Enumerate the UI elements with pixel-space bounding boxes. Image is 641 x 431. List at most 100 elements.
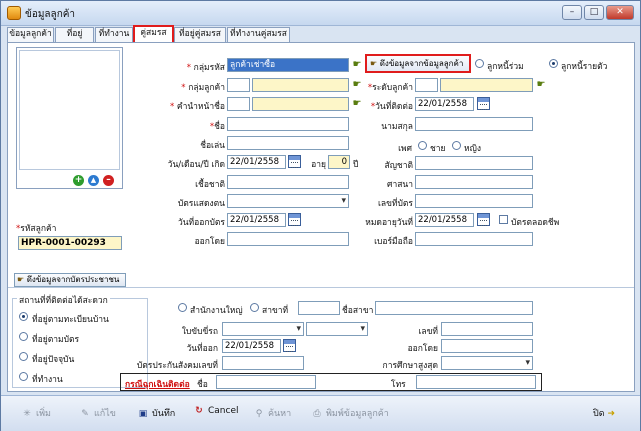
title-bar: ข้อมูลลูกค้า – □ ✕ [1, 1, 640, 26]
upload-photo-icon[interactable]: ▲ [88, 175, 99, 186]
radio-head-office[interactable] [178, 303, 187, 312]
customer-group-pick-icon[interactable]: ☛ [351, 79, 363, 91]
issue-date-field[interactable]: 22/01/2558 [227, 213, 286, 227]
customer-window: ข้อมูลลูกค้า – □ ✕ ข้อมูลลูกค้า ที่อยู่ … [0, 0, 641, 431]
photo-box[interactable]: + ▲ – [16, 47, 123, 189]
social-security-field[interactable] [222, 356, 304, 370]
save-button[interactable]: ▣ บันทึก [137, 406, 176, 420]
close-button[interactable]: ปิด ➜ [593, 406, 615, 420]
add-icon: ✳ [23, 409, 31, 419]
first-name-field[interactable] [227, 117, 349, 131]
maximize-button[interactable]: □ [584, 5, 604, 20]
license-number-label: เลขที่ [418, 327, 438, 337]
lifetime-card-label: บัตรตลอดชีพ [511, 218, 560, 228]
license-label: ใบขับขี่รถ [181, 327, 218, 337]
ethnicity-field[interactable] [227, 175, 349, 189]
license-calendar-icon[interactable] [283, 339, 296, 352]
edit-button[interactable]: ✎ แก้ไข [79, 406, 116, 420]
mobile-label: เบอร์มือถือ [374, 237, 413, 247]
tab-spouse[interactable]: คู่สมรส [133, 25, 174, 44]
calendar-icon[interactable] [477, 97, 490, 110]
mobile-field[interactable] [415, 232, 533, 246]
age-field[interactable]: 0 [328, 155, 350, 169]
education-label: การศึกษาสูงสุด [382, 361, 438, 371]
license-type-select[interactable] [222, 322, 304, 336]
tab-workplace[interactable]: ที่ทำงาน [95, 27, 133, 42]
fetch-id-card-button[interactable]: ☛ ดึงข้อมูลจากบัตรประชาชน [14, 273, 126, 287]
level-name-field[interactable] [440, 78, 533, 92]
radio-contact-current-address[interactable] [19, 352, 28, 361]
level-pick-icon[interactable]: ☛ [535, 79, 547, 91]
emergency-name-field[interactable] [216, 375, 316, 389]
level-code-field[interactable] [415, 78, 438, 92]
delete-photo-icon[interactable]: – [103, 175, 114, 186]
photo-frame [19, 50, 120, 170]
edit-icon: ✎ [81, 409, 89, 419]
close-window-button[interactable]: ✕ [606, 5, 634, 20]
radio-female[interactable] [452, 141, 461, 150]
tab-address[interactable]: ที่อยู่ [55, 27, 94, 42]
customer-group-code-field[interactable] [227, 78, 250, 92]
customer-group-label: * กลุ่มลูกค้า [181, 83, 225, 93]
religion-label: ศาสนา [387, 180, 413, 190]
id-card-type-select[interactable] [227, 194, 349, 208]
birth-date-field[interactable]: 22/01/2558 [227, 155, 286, 169]
prefix-label: * คำนำหน้าชื่อ [169, 102, 225, 112]
tab-customer-info[interactable]: ข้อมูลลูกค้า [7, 27, 54, 42]
license-issue-date-field[interactable]: 22/01/2558 [222, 339, 281, 353]
issued-by-field[interactable] [227, 232, 349, 246]
lifetime-card-checkbox[interactable] [499, 215, 508, 224]
radio-contact-card-address[interactable] [19, 332, 28, 341]
license-subtype-select[interactable] [306, 322, 368, 336]
radio-contact-house-registration[interactable] [19, 312, 28, 321]
expiry-date-field[interactable]: 22/01/2558 [415, 213, 474, 227]
copy-icon: ☛ [370, 59, 378, 68]
print-customer-button[interactable]: ⎙ พิมพ์ข้อมูลลูกค้า [311, 406, 388, 420]
license-issued-by-field[interactable] [441, 339, 533, 353]
customer-group-name-field[interactable] [252, 78, 349, 92]
tab-spouse-workplace[interactable]: ที่ทำงานคู่สมรส [227, 27, 290, 42]
contact-place-title: สถานที่ที่ติดต่อได้สะดวก [17, 293, 110, 307]
nationality-field[interactable] [415, 156, 533, 170]
prefix-pick-icon[interactable]: ☛ [351, 98, 363, 110]
tab-spouse-address[interactable]: ที่อยู่คู่สมรส [174, 27, 226, 42]
radio-single-debtor[interactable] [549, 59, 558, 68]
level-label: *ระดับลูกค้า [367, 83, 413, 93]
head-office-label: สำนักงานใหญ่ [190, 306, 243, 316]
fetch-from-customer-button[interactable]: ☛ ดึงข้อมูลจากข้อมูลลูกค้า [365, 54, 471, 73]
license-number-field[interactable] [441, 322, 533, 336]
male-label: ชาย [430, 144, 446, 154]
religion-field[interactable] [415, 175, 533, 189]
education-select[interactable] [441, 356, 533, 370]
gender-label: เพศ [398, 144, 412, 154]
save-icon: ▣ [138, 409, 148, 419]
nickname-field[interactable] [227, 136, 349, 150]
customer-code-field[interactable]: HPR-0001-00293 [18, 236, 122, 250]
branch-number-field[interactable] [298, 301, 340, 315]
birth-calendar-icon[interactable] [288, 155, 301, 168]
radio-contact-workplace[interactable] [19, 372, 28, 381]
issue-calendar-icon[interactable] [288, 213, 301, 226]
emergency-phone-field[interactable] [416, 375, 536, 389]
emergency-contact-label: กรณีฉุกเฉินติดต่อ [125, 380, 190, 390]
group-code-pick-icon[interactable]: ☛ [351, 59, 363, 71]
radio-branch[interactable] [250, 303, 259, 312]
last-name-field[interactable] [415, 117, 533, 131]
contact-option-label: ที่อยู่ปัจจุบัน [32, 355, 75, 365]
single-debtor-label: ลูกหนี้รายตัว [561, 62, 608, 72]
id-card-number-field[interactable] [415, 194, 533, 208]
radio-male[interactable] [418, 141, 427, 150]
social-security-label: บัตรประกันสังคมเลขที่ [136, 361, 218, 371]
minimize-button[interactable]: – [562, 5, 582, 20]
add-button[interactable]: ✳ เพิ่ม [21, 406, 51, 420]
add-photo-icon[interactable]: + [73, 175, 84, 186]
branch-name-field[interactable] [375, 301, 533, 315]
prefix-code-field[interactable] [227, 97, 250, 111]
radio-joint-debtor[interactable] [475, 59, 484, 68]
cancel-button[interactable]: ↻ Cancel [193, 406, 238, 416]
contact-date-field[interactable]: 22/01/2558 [415, 97, 474, 111]
search-button[interactable]: ⚲ ค้นหา [253, 406, 291, 420]
group-code-field[interactable]: ลูกค้าเช่าซื้อ [227, 58, 349, 72]
expiry-calendar-icon[interactable] [477, 213, 490, 226]
prefix-name-field[interactable] [252, 97, 349, 111]
